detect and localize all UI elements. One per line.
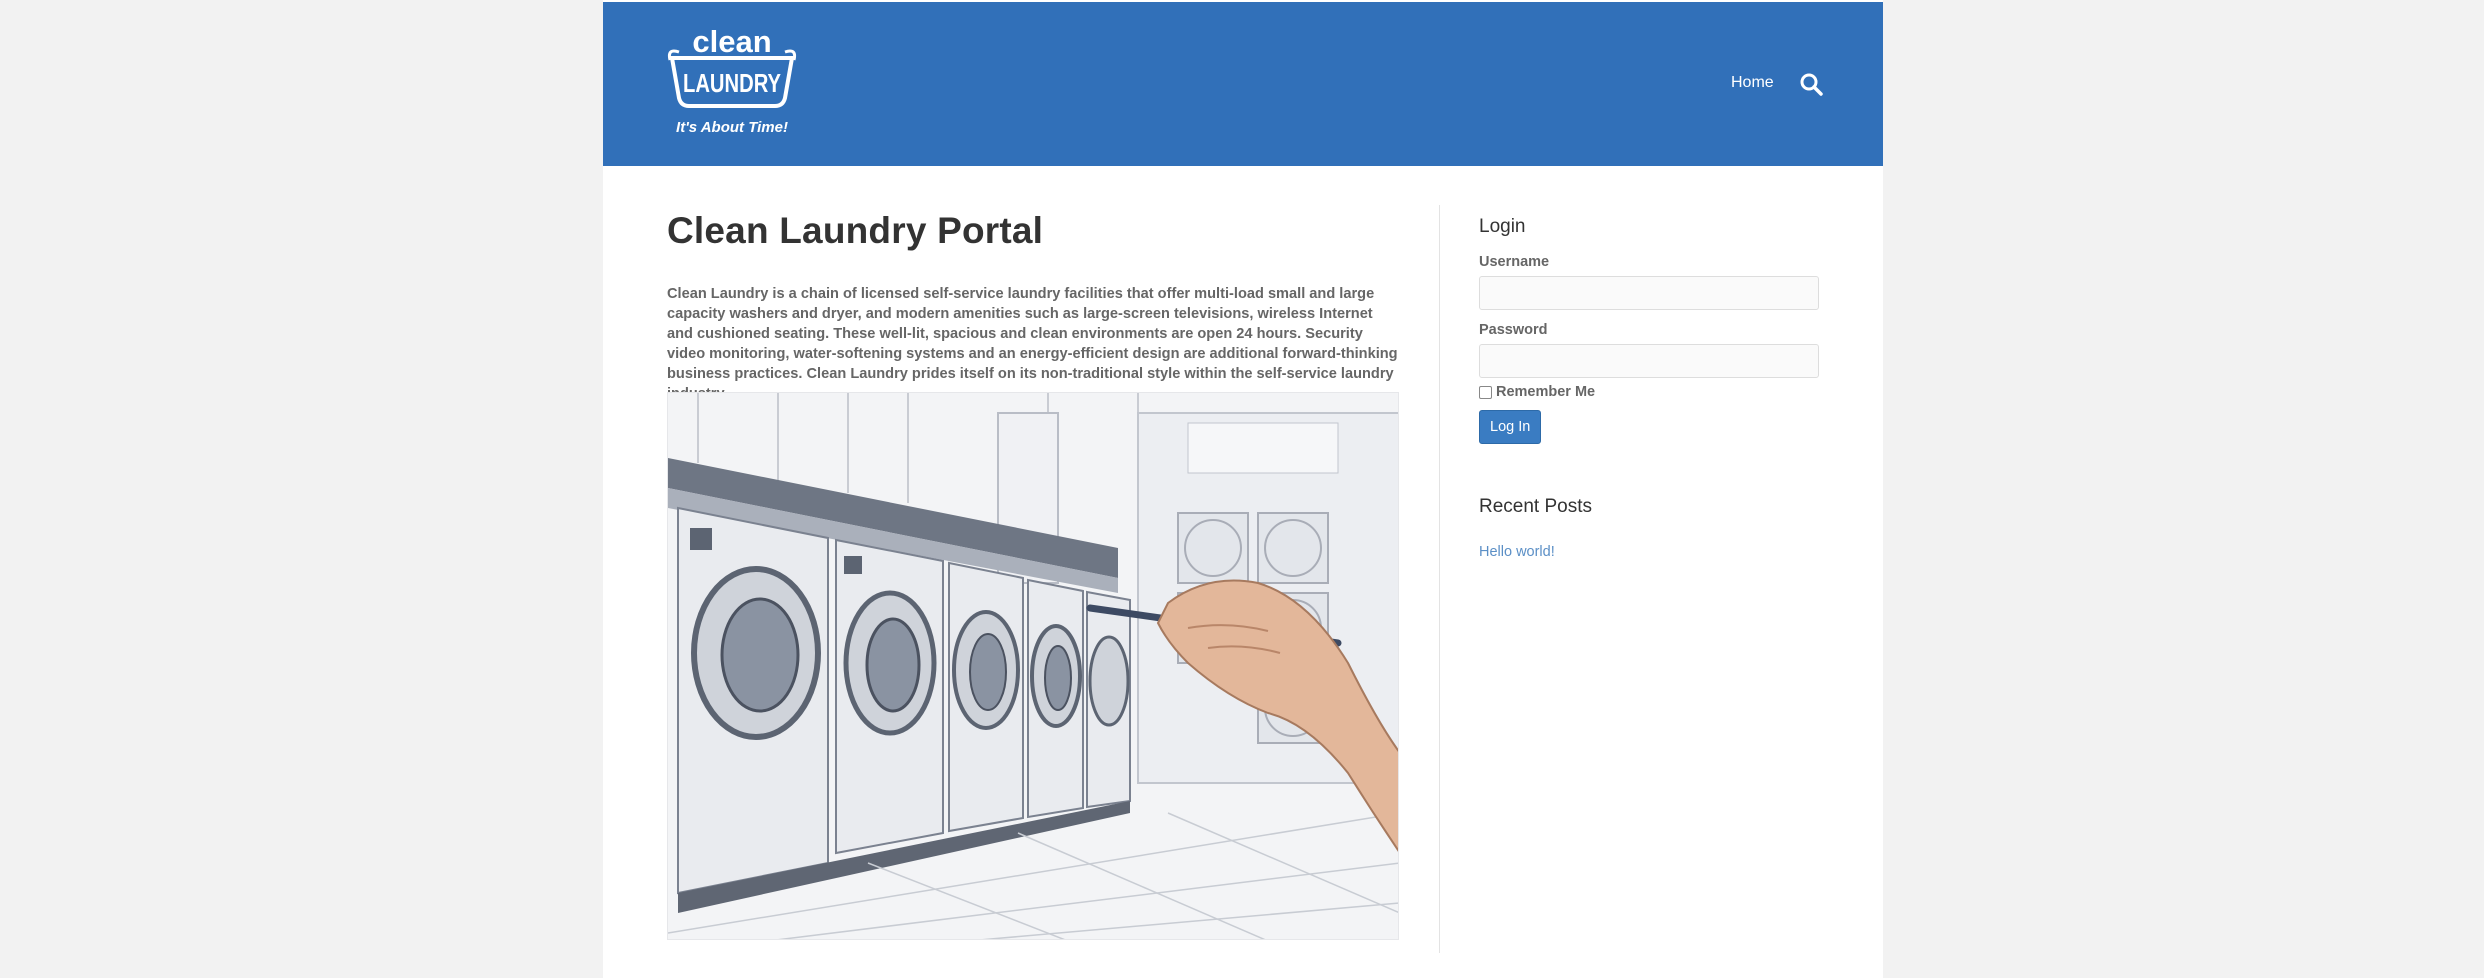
hero-image: [667, 392, 1399, 940]
logo-word-bottom: LAUNDRY: [683, 68, 781, 98]
remember-me-row: Remember Me: [1479, 384, 1819, 400]
sidebar: Login Username Password Remember Me Log …: [1479, 216, 1819, 560]
logo-word-top: clean: [692, 28, 771, 59]
recent-post-link[interactable]: Hello world!: [1479, 544, 1819, 560]
remember-me-label[interactable]: Remember Me: [1496, 384, 1595, 400]
nav-home-link[interactable]: Home: [1731, 74, 1774, 92]
logo-tagline: It's About Time!: [676, 119, 788, 136]
login-button[interactable]: Log In: [1479, 410, 1542, 444]
main-content: Clean Laundry Portal Clean Laundry is a …: [667, 210, 1399, 940]
username-input[interactable]: [1479, 276, 1819, 310]
username-label: Username: [1479, 254, 1550, 270]
password-label: Password: [1479, 322, 1548, 338]
site-header: clean LAUNDRY It's About Time! Home: [603, 2, 1883, 166]
page-title: Clean Laundry Portal: [667, 210, 1044, 251]
intro-paragraph: Clean Laundry is a chain of licensed sel…: [667, 286, 1398, 402]
password-input[interactable]: [1479, 344, 1819, 378]
remember-me-checkbox[interactable]: [1479, 385, 1492, 399]
recent-posts-title: Recent Posts: [1479, 496, 1592, 517]
site-logo[interactable]: clean LAUNDRY It's About Time!: [667, 28, 797, 142]
search-icon[interactable]: [1799, 72, 1823, 96]
page-container: clean LAUNDRY It's About Time! Home Clea…: [603, 0, 1883, 978]
content-divider: [1439, 205, 1440, 953]
login-widget-title: Login: [1479, 216, 1526, 237]
